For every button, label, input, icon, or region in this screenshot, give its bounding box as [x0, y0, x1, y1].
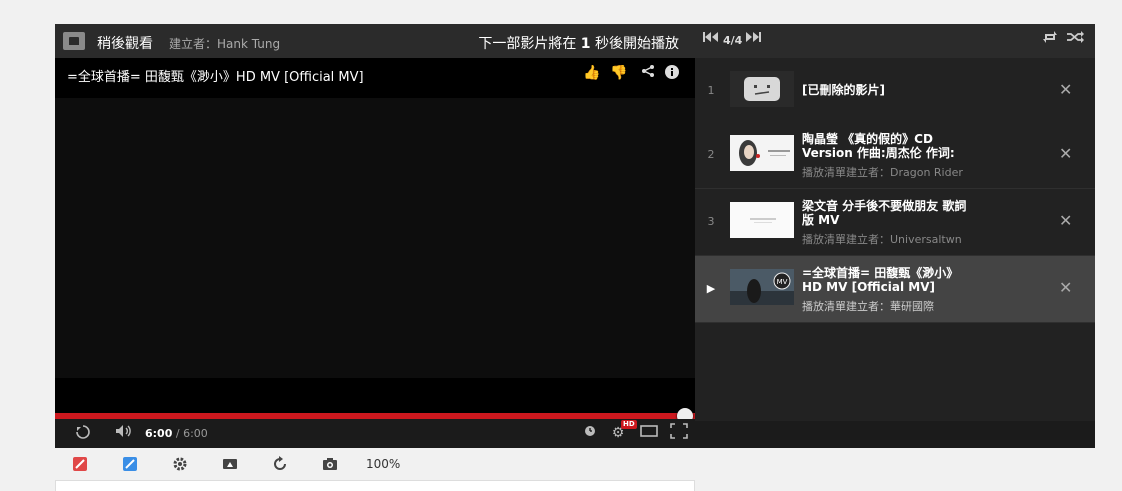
- previous-icon[interactable]: [703, 31, 719, 46]
- playlist-item[interactable]: 1 [已刪除的影片] ✕: [695, 58, 1095, 125]
- item-owner: 播放清單建立者：華研國際: [802, 300, 934, 313]
- playlist-panel-header: 4/4: [695, 24, 1095, 58]
- close-icon[interactable]: ✕: [1059, 144, 1072, 163]
- item-title[interactable]: [已刪除的影片]: [802, 83, 972, 97]
- video-thumbnail: [730, 202, 794, 238]
- share-icon[interactable]: [639, 64, 657, 82]
- camera-icon[interactable]: [322, 456, 338, 472]
- next-icon[interactable]: [745, 31, 761, 46]
- content-panel: [55, 480, 695, 491]
- shuffle-icon[interactable]: [1066, 31, 1084, 47]
- bottom-toolbar: 100%: [55, 448, 695, 480]
- now-playing-icon: ▶: [706, 282, 716, 295]
- playlist-icon[interactable]: [63, 32, 85, 50]
- video-title[interactable]: =全球首播= 田馥甄《渺小》HD MV [Official MV]: [67, 66, 364, 85]
- playlist-title[interactable]: 稍後觀看: [97, 33, 153, 53]
- playlist-counter: 4/4: [723, 34, 743, 47]
- playlist-panel-footer: [695, 421, 1095, 448]
- red-pen-icon[interactable]: [72, 456, 88, 472]
- item-owner: 播放清單建立者：Universaltwn: [802, 233, 962, 246]
- close-icon[interactable]: ✕: [1059, 80, 1072, 99]
- repeat-icon[interactable]: [1042, 31, 1058, 47]
- item-number: 3: [707, 215, 715, 228]
- refresh-icon[interactable]: [272, 456, 288, 472]
- video-thumbnail: [730, 135, 794, 171]
- player-top-bar: 稍後觀看 建立者：Hank Tung 下一部影片將在 1 秒後開始播放: [55, 24, 695, 58]
- item-title[interactable]: 陶晶瑩 《真的假的》CD Version 作曲:周杰伦 作词:: [802, 132, 972, 160]
- settings-gear-icon[interactable]: [172, 456, 188, 472]
- video-screen[interactable]: [55, 98, 695, 378]
- blue-pen-icon[interactable]: [122, 456, 138, 472]
- theater-mode-icon[interactable]: [639, 423, 659, 443]
- item-number: 1: [707, 84, 715, 97]
- item-owner: 播放清單建立者：Dragon Rider: [802, 166, 963, 179]
- hd-badge: HD: [621, 420, 637, 429]
- playlist-item-active[interactable]: ▶ MV =全球首播= 田馥甄《渺小》HD MV [Official MV] 播…: [695, 256, 1095, 323]
- video-thumbnail: MV: [730, 269, 794, 305]
- thumbs-down-icon[interactable]: 👎: [610, 64, 628, 82]
- video-title-bar: =全球首播= 田馥甄《渺小》HD MV [Official MV] 👍 👎: [55, 58, 695, 98]
- clock-icon[interactable]: [583, 423, 597, 443]
- deleted-video-thumbnail: [730, 71, 794, 107]
- item-number: 2: [707, 148, 715, 161]
- info-icon[interactable]: [663, 64, 681, 82]
- close-icon[interactable]: ✕: [1059, 211, 1072, 230]
- zoom-level[interactable]: 100%: [366, 457, 400, 471]
- playlist-creator: 建立者：Hank Tung: [169, 37, 281, 51]
- player-controls: 6:00 / 6:00 ⚙ HD: [55, 419, 695, 448]
- item-title[interactable]: 梁文音 分手後不要做朋友 歌詞版 MV: [802, 199, 972, 227]
- time-display: 6:00 / 6:00: [145, 427, 208, 440]
- item-title[interactable]: =全球首播= 田馥甄《渺小》HD MV [Official MV]: [802, 266, 972, 294]
- svg-text:MV: MV: [777, 278, 788, 286]
- close-icon[interactable]: ✕: [1059, 278, 1072, 297]
- replay-icon[interactable]: [73, 423, 93, 443]
- screen-icon[interactable]: [222, 456, 238, 472]
- playlist-panel: 4/4 1 [已刪除的影片] ✕ 2 陶晶瑩 《真的假的》CD Version …: [695, 24, 1095, 448]
- video-player: 稍後觀看 建立者：Hank Tung 下一部影片將在 1 秒後開始播放 =全球首…: [55, 24, 695, 448]
- thumbs-up-icon[interactable]: 👍: [583, 64, 601, 82]
- next-video-notice: 下一部影片將在 1 秒後開始播放: [478, 36, 679, 52]
- volume-icon[interactable]: [113, 423, 135, 443]
- playlist-item[interactable]: 2 陶晶瑩 《真的假的》CD Version 作曲:周杰伦 作词: 播放清單建立…: [695, 122, 1095, 189]
- playlist-item[interactable]: 3 梁文音 分手後不要做朋友 歌詞版 MV 播放清單建立者：Universalt…: [695, 189, 1095, 256]
- fullscreen-icon[interactable]: [669, 423, 689, 443]
